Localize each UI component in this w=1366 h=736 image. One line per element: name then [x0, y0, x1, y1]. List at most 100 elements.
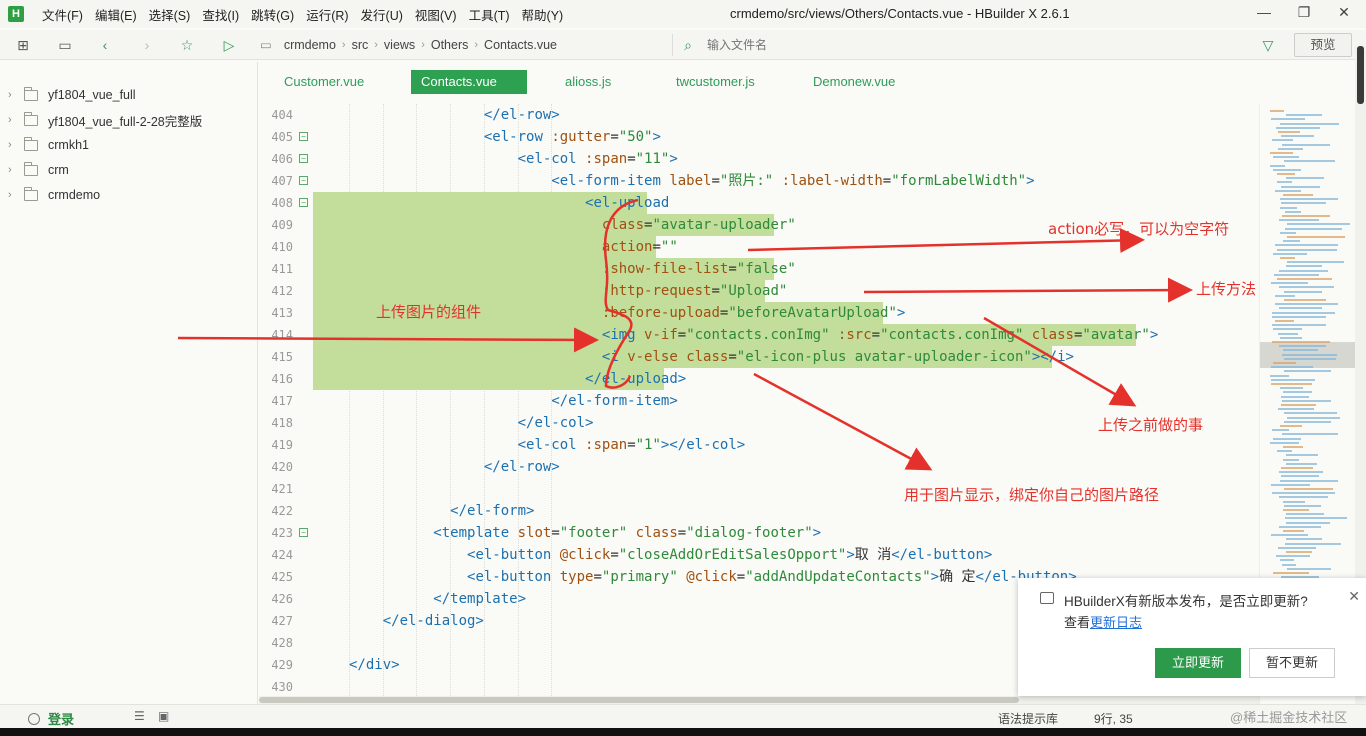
- menu-view[interactable]: 视图(V): [409, 5, 463, 24]
- minimize-icon[interactable]: —: [1254, 4, 1274, 20]
- tab-demonew[interactable]: Demonew.vue: [803, 70, 905, 94]
- fold-toggle-icon[interactable]: −: [299, 132, 308, 141]
- line-number: 425: [271, 570, 293, 584]
- minimap-line: [1271, 383, 1312, 385]
- star-icon[interactable]: ☆: [178, 36, 196, 54]
- minimap-line: [1280, 387, 1303, 390]
- menu-file[interactable]: 文件(F): [36, 5, 89, 24]
- tab-alioss[interactable]: alioss.js: [555, 70, 621, 94]
- list-icon[interactable]: ☰: [134, 709, 145, 723]
- fold-toggle-icon[interactable]: −: [299, 176, 308, 185]
- run-icon[interactable]: ▷: [220, 36, 238, 54]
- minimap-line: [1277, 173, 1295, 175]
- maximize-icon[interactable]: ❐: [1294, 4, 1314, 21]
- code-line[interactable]: 410 action="": [259, 236, 1259, 258]
- minimap-line: [1287, 223, 1350, 226]
- menu-goto[interactable]: 跳转(G): [245, 5, 300, 24]
- breadcrumb-item[interactable]: views: [378, 38, 421, 52]
- line-number: 428: [271, 636, 293, 650]
- code-line[interactable]: 419 <el-col :span="1"></el-col>: [259, 434, 1259, 456]
- minimap-line: [1278, 546, 1316, 549]
- menu-edit[interactable]: 编辑(E): [89, 5, 143, 24]
- code-text: <el-col :span="11">: [518, 148, 678, 170]
- minimap-line: [1283, 530, 1304, 532]
- code-line[interactable]: 412:http-request="Upload": [259, 280, 1259, 302]
- menu-help[interactable]: 帮助(Y): [516, 5, 570, 24]
- code-token: "contacts.conImg": [686, 327, 838, 343]
- code-line[interactable]: 406− <el-col :span="11">: [259, 148, 1259, 170]
- menu-publish[interactable]: 发行(U): [355, 5, 409, 24]
- minimap-line: [1286, 265, 1322, 268]
- terminal-icon[interactable]: ▣: [158, 709, 169, 723]
- code-line[interactable]: 416 </el-upload>: [259, 368, 1259, 390]
- tree-item[interactable]: › crmdemo: [8, 184, 100, 206]
- notification-message: HBuilderX有新版本发布，是否立即更新?: [1064, 594, 1308, 609]
- login-button[interactable]: 登录: [28, 709, 74, 728]
- breadcrumb-item[interactable]: Others: [425, 38, 475, 52]
- back-icon[interactable]: ‹: [96, 36, 114, 54]
- code-token: "1": [635, 437, 661, 453]
- minimap-line: [1283, 509, 1309, 511]
- minimap-line: [1281, 135, 1314, 138]
- filter-icon[interactable]: ▽: [1259, 36, 1277, 54]
- close-icon[interactable]: ✕: [1334, 4, 1354, 21]
- line-number: 412: [271, 284, 293, 298]
- code-line[interactable]: 405− <el-row :gutter="50">: [259, 126, 1259, 148]
- code-text: </el-row>: [484, 456, 560, 478]
- minimap-line: [1280, 198, 1338, 201]
- menu-select[interactable]: 选择(S): [143, 5, 197, 24]
- breadcrumb-item[interactable]: Contacts.vue: [478, 38, 563, 52]
- code-text: </el-dialog>: [383, 610, 484, 632]
- minimap-line: [1273, 168, 1301, 171]
- tree-item[interactable]: › yf1804_vue_full-2-28完整版: [8, 109, 202, 131]
- syntax-hint-library[interactable]: 语法提示库: [998, 710, 1058, 727]
- fold-toggle-icon[interactable]: −: [299, 198, 308, 207]
- code-line[interactable]: 407− <el-form-item label="照片:" :label-wid…: [259, 170, 1259, 192]
- update-later-button[interactable]: 暂不更新: [1249, 648, 1335, 678]
- code-line[interactable]: 411:show-file-list="false": [259, 258, 1259, 280]
- scrollbar-thumb[interactable]: [259, 697, 1019, 703]
- fold-toggle-icon[interactable]: −: [299, 528, 308, 537]
- minimap-line: [1281, 395, 1309, 398]
- code-line[interactable]: 417 </el-form-item>: [259, 390, 1259, 412]
- tab-customer[interactable]: Customer.vue: [274, 70, 374, 94]
- code-token: "": [660, 239, 678, 255]
- close-icon[interactable]: ✕: [1348, 588, 1360, 605]
- code-line[interactable]: 404 </el-row>: [259, 104, 1259, 126]
- menu-run[interactable]: 运行(R): [300, 5, 354, 24]
- code-token: =: [610, 547, 619, 563]
- code-line[interactable]: 408− <el-upload: [259, 192, 1259, 214]
- save-icon[interactable]: ▭: [56, 36, 74, 54]
- breadcrumb-item[interactable]: src: [346, 38, 375, 52]
- tab-contacts[interactable]: Contacts.vue: [411, 70, 527, 94]
- tree-item[interactable]: › yf1804_vue_full: [8, 84, 136, 106]
- code-line[interactable]: 415 <i v-else class="el-icon-plus avatar-…: [259, 346, 1259, 368]
- update-now-button[interactable]: 立即更新: [1155, 648, 1241, 678]
- tab-twcustomer[interactable]: twcustomer.js: [666, 70, 765, 94]
- minimap-line: [1279, 269, 1328, 272]
- menu-tools[interactable]: 工具(T): [463, 5, 516, 24]
- tree-item[interactable]: › crm: [8, 159, 69, 181]
- forward-icon[interactable]: ›: [138, 36, 156, 54]
- code-line[interactable]: 420 </el-row>: [259, 456, 1259, 478]
- tree-item[interactable]: › crmkh1: [8, 134, 89, 156]
- breadcrumb-item[interactable]: crmdemo: [278, 38, 342, 52]
- code-line[interactable]: 414 <img v-if="contacts.conImg" :src="con…: [259, 324, 1259, 346]
- changelog-link[interactable]: 更新日志: [1090, 615, 1142, 630]
- chevron-right-icon: ›: [8, 189, 12, 201]
- minimap-line: [1277, 278, 1332, 280]
- new-file-icon[interactable]: ⊞: [14, 36, 32, 54]
- minimap-line: [1279, 345, 1326, 348]
- code-line[interactable]: 423− <template slot="footer" class="dialo…: [259, 522, 1259, 544]
- code-line[interactable]: 424 <el-button @click="closeAddOrEditSale…: [259, 544, 1259, 566]
- preview-button[interactable]: 预览: [1294, 33, 1352, 57]
- code-token: =: [652, 239, 661, 255]
- horizontal-scrollbar[interactable]: [259, 696, 1359, 704]
- minimap-line: [1283, 240, 1300, 243]
- file-search-input[interactable]: [707, 38, 1207, 52]
- menu-find[interactable]: 查找(I): [196, 5, 245, 24]
- code-token: <el-upload: [585, 195, 670, 211]
- scrollbar-thumb[interactable]: [1357, 46, 1364, 104]
- fold-toggle-icon[interactable]: −: [299, 154, 308, 163]
- annotation-component: 上传图片的组件: [376, 303, 482, 321]
